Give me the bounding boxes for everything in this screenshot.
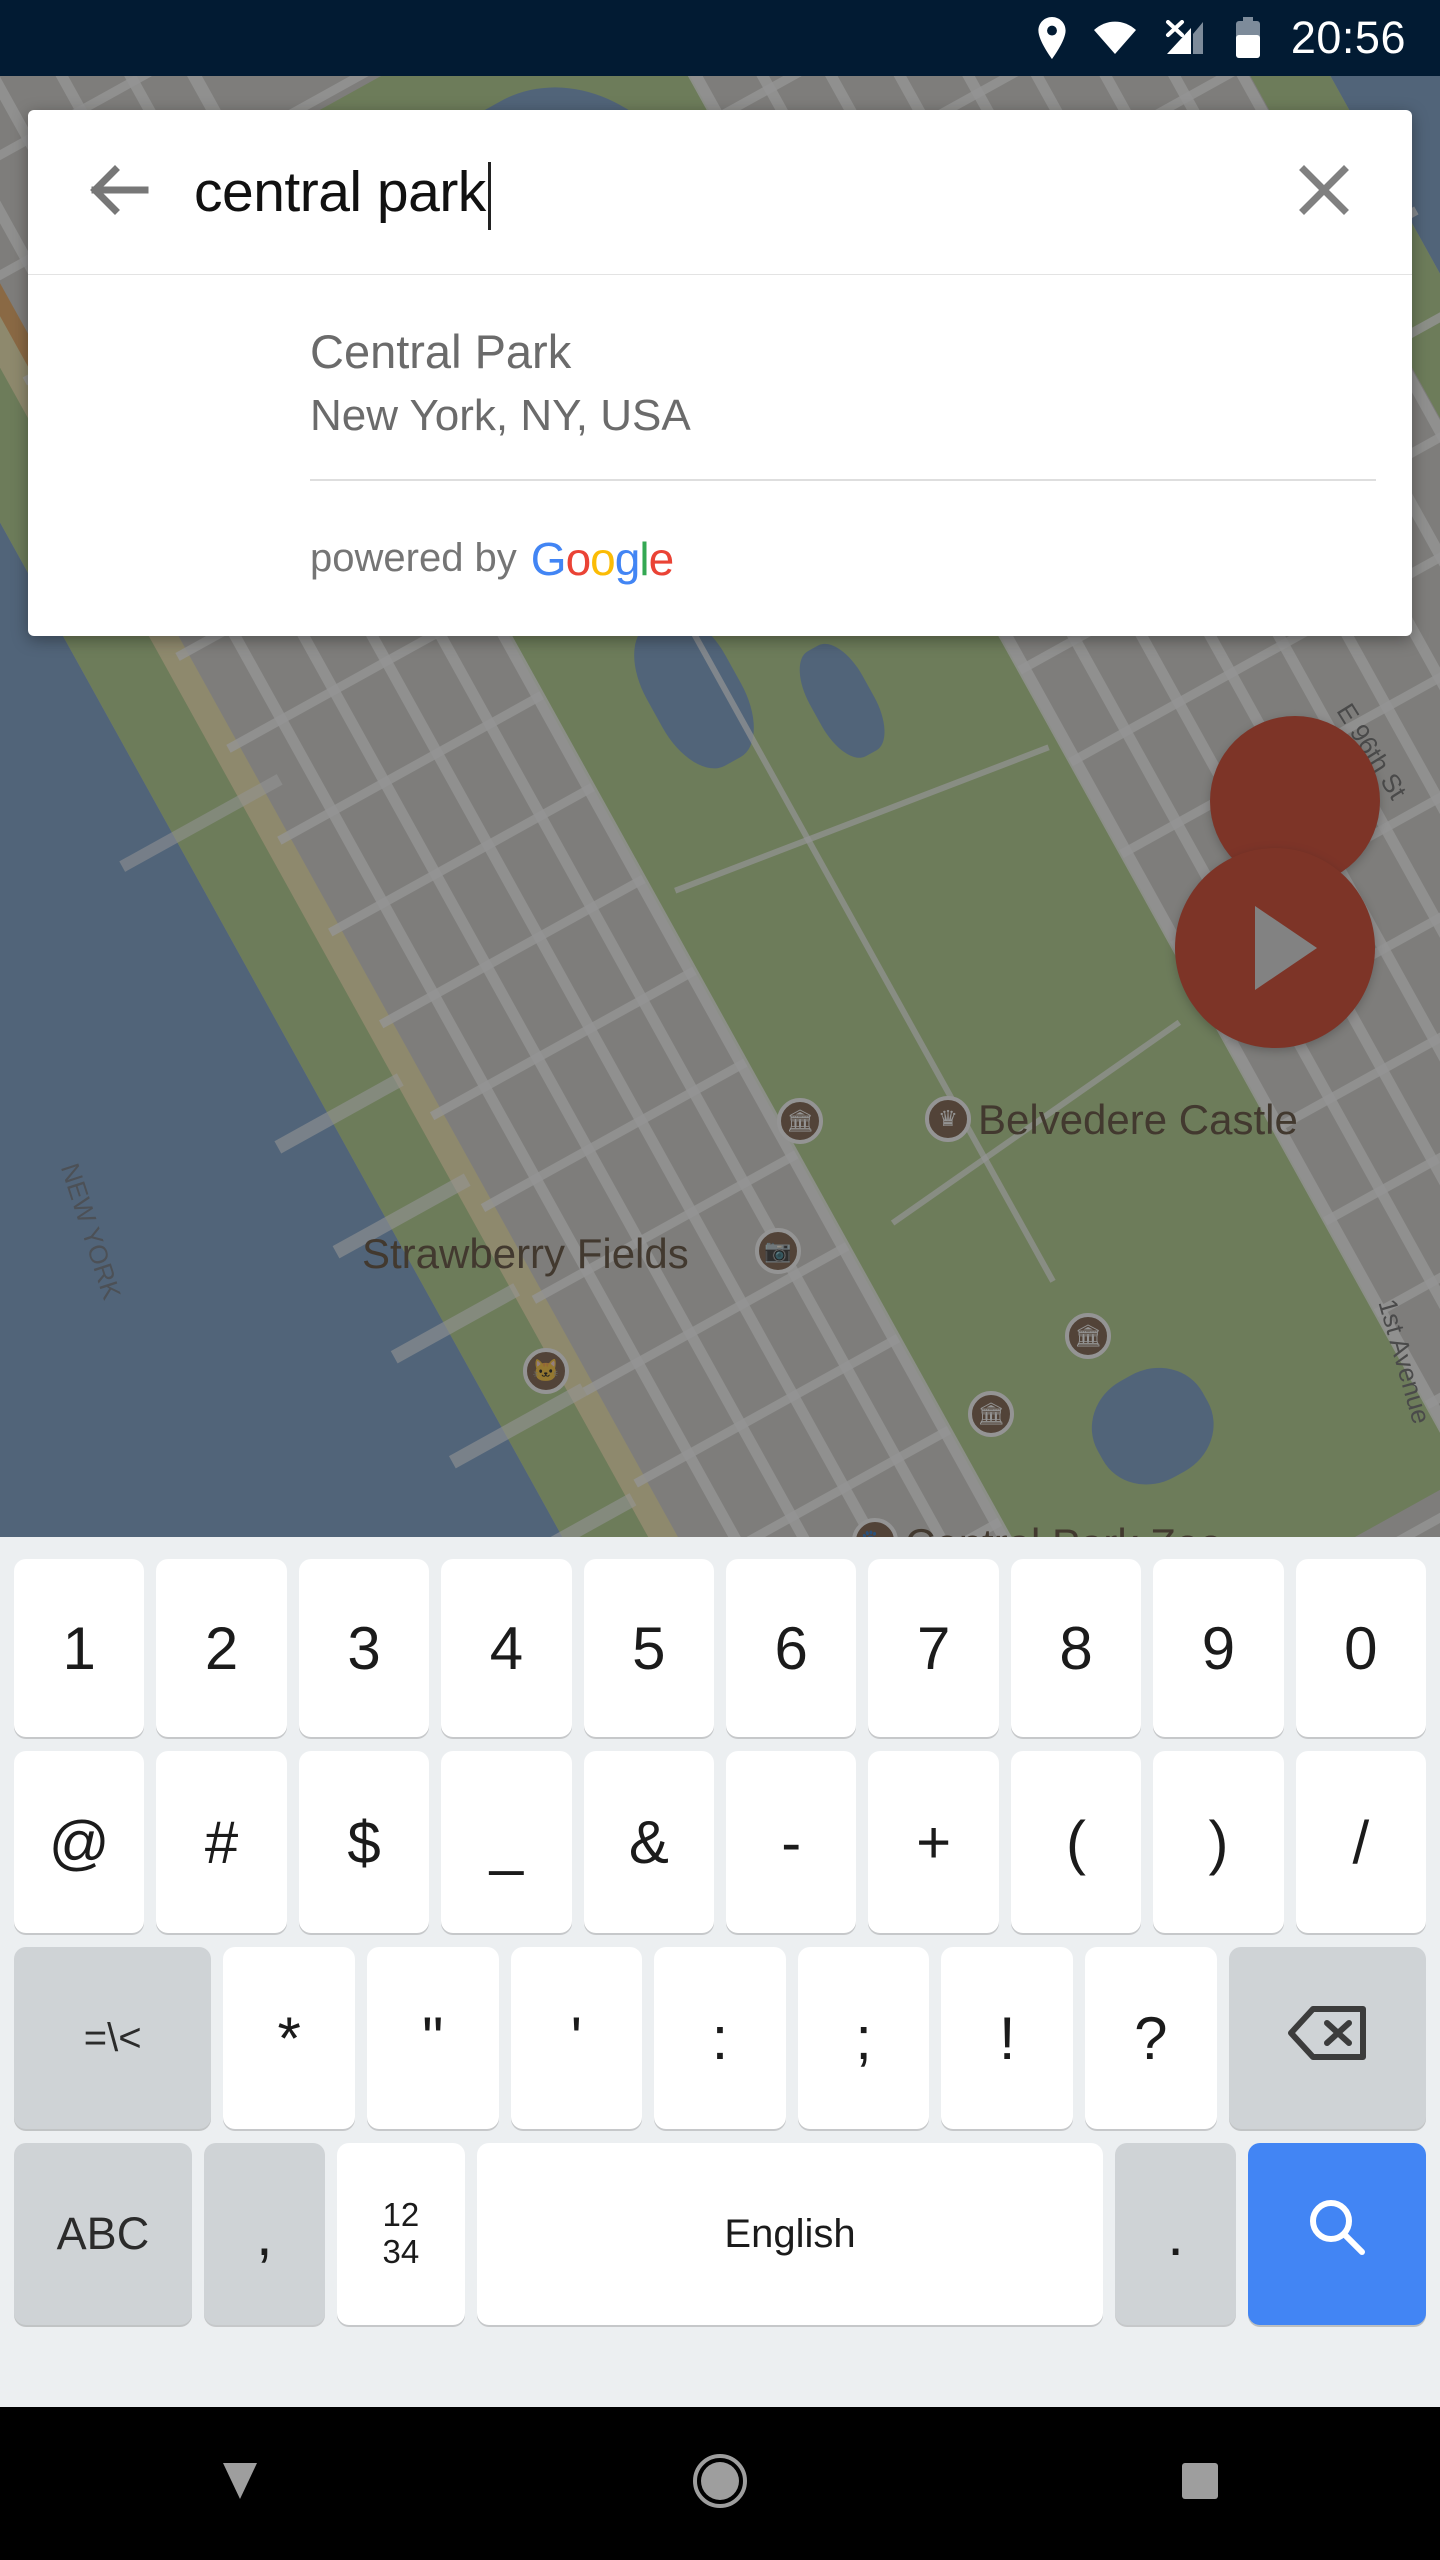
nav-home-button[interactable] bbox=[630, 2407, 810, 2560]
numeric-top: 12 bbox=[382, 2196, 420, 2234]
key-ampersand[interactable]: & bbox=[583, 1751, 715, 1933]
location-icon bbox=[1037, 17, 1067, 59]
google-letter-e: e bbox=[648, 532, 675, 585]
key-exclamation[interactable]: ! bbox=[941, 1947, 1073, 2129]
key-paren-open[interactable]: ( bbox=[1010, 1751, 1142, 1933]
key-at[interactable]: @ bbox=[14, 1751, 145, 1933]
key-colon[interactable]: : bbox=[654, 1947, 786, 2129]
key-1[interactable]: 1 bbox=[14, 1559, 145, 1737]
keyboard-row-symbols-2: =\< * " ' : ; ! ? bbox=[0, 1941, 1440, 2137]
key-apostrophe[interactable]: ' bbox=[510, 1947, 643, 2129]
key-symbol-shift[interactable]: =\< bbox=[14, 1947, 212, 2129]
numeric-bottom: 34 bbox=[382, 2233, 420, 2270]
suggestion-title: Central Park bbox=[310, 325, 572, 378]
suggestion-item[interactable]: Central Park New York, NY, USA bbox=[28, 275, 1412, 479]
suggestion-subtitle: New York, NY, USA bbox=[310, 390, 691, 440]
key-question[interactable]: ? bbox=[1084, 1947, 1217, 2129]
back-button[interactable] bbox=[60, 132, 180, 252]
key-5[interactable]: 5 bbox=[583, 1559, 715, 1737]
key-numeric-label: 12 34 bbox=[382, 2196, 420, 2271]
keyboard-row-bottom: ABC , 12 34 English . bbox=[0, 2137, 1440, 2333]
text-caret bbox=[487, 162, 491, 230]
key-6[interactable]: 6 bbox=[726, 1559, 857, 1737]
google-letter-g1: G bbox=[530, 532, 567, 585]
key-dollar[interactable]: $ bbox=[298, 1751, 430, 1933]
search-input[interactable]: central park bbox=[180, 110, 1264, 274]
home-circle-icon bbox=[691, 2452, 749, 2515]
key-paren-close[interactable]: ) bbox=[1153, 1751, 1284, 1933]
recents-square-icon bbox=[1178, 2459, 1222, 2508]
phone-screen: UPPER WEST SIDE MANHATTAN UPPER EAST SID… bbox=[0, 0, 1440, 2560]
key-hyphen[interactable]: - bbox=[726, 1751, 857, 1933]
key-comma[interactable]: , bbox=[203, 2143, 325, 2325]
battery-icon bbox=[1235, 17, 1261, 59]
status-clock: 20:56 bbox=[1290, 12, 1406, 63]
key-abc[interactable]: ABC bbox=[14, 2143, 192, 2325]
google-letter-l: l bbox=[639, 532, 649, 585]
key-search-enter[interactable] bbox=[1248, 2143, 1426, 2325]
google-letter-o1: o bbox=[565, 532, 592, 585]
wifi-icon bbox=[1093, 21, 1137, 55]
clear-button[interactable] bbox=[1264, 132, 1384, 252]
nav-back-button[interactable] bbox=[150, 2407, 330, 2560]
key-asterisk[interactable]: * bbox=[223, 1947, 355, 2129]
search-card: central park Central Park New York, NY, bbox=[28, 110, 1412, 637]
search-query-text: central park bbox=[194, 159, 486, 224]
powered-by-label: powered by bbox=[310, 536, 517, 581]
key-9[interactable]: 9 bbox=[1153, 1559, 1284, 1737]
search-icon bbox=[1304, 2194, 1370, 2274]
key-space[interactable]: English bbox=[476, 2143, 1104, 2325]
back-triangle-icon bbox=[215, 2459, 265, 2508]
key-underscore[interactable]: _ bbox=[441, 1751, 572, 1933]
back-arrow-icon bbox=[89, 164, 151, 220]
key-3[interactable]: 3 bbox=[298, 1559, 430, 1737]
on-screen-keyboard: 1 2 3 4 5 6 7 8 9 0 @ # $ _ & - + ( ) / … bbox=[0, 1537, 1440, 2407]
key-hash[interactable]: # bbox=[156, 1751, 287, 1933]
google-attribution: powered by Google bbox=[28, 481, 1412, 636]
google-logo: Google bbox=[530, 532, 675, 586]
nav-recents-button[interactable] bbox=[1110, 2407, 1290, 2560]
navigation-bar bbox=[0, 2407, 1440, 2560]
key-period[interactable]: . bbox=[1115, 2143, 1237, 2325]
keyboard-row-numbers: 1 2 3 4 5 6 7 8 9 0 bbox=[0, 1549, 1440, 1745]
key-semicolon[interactable]: ; bbox=[797, 1947, 930, 2129]
key-2[interactable]: 2 bbox=[156, 1559, 287, 1737]
key-4[interactable]: 4 bbox=[441, 1559, 572, 1737]
backspace-icon bbox=[1287, 2005, 1367, 2071]
google-letter-o2: o bbox=[590, 532, 616, 585]
key-slash[interactable]: / bbox=[1295, 1751, 1427, 1933]
cellular-no-sim-icon bbox=[1163, 20, 1209, 56]
suggestion-list: Central Park New York, NY, USA bbox=[28, 275, 1412, 479]
key-backspace[interactable] bbox=[1228, 1947, 1426, 2129]
keyboard-row-symbols-1: @ # $ _ & - + ( ) / bbox=[0, 1745, 1440, 1941]
key-0[interactable]: 0 bbox=[1295, 1559, 1427, 1737]
search-bar: central park bbox=[28, 110, 1412, 275]
key-numeric-layout[interactable]: 12 34 bbox=[336, 2143, 465, 2325]
close-icon bbox=[1296, 162, 1352, 223]
status-bar: 20:56 bbox=[0, 0, 1440, 76]
key-plus[interactable]: + bbox=[868, 1751, 999, 1933]
key-8[interactable]: 8 bbox=[1010, 1559, 1142, 1737]
key-double-quote[interactable]: " bbox=[367, 1947, 499, 2129]
key-7[interactable]: 7 bbox=[868, 1559, 999, 1737]
google-letter-g2: g bbox=[614, 532, 641, 585]
